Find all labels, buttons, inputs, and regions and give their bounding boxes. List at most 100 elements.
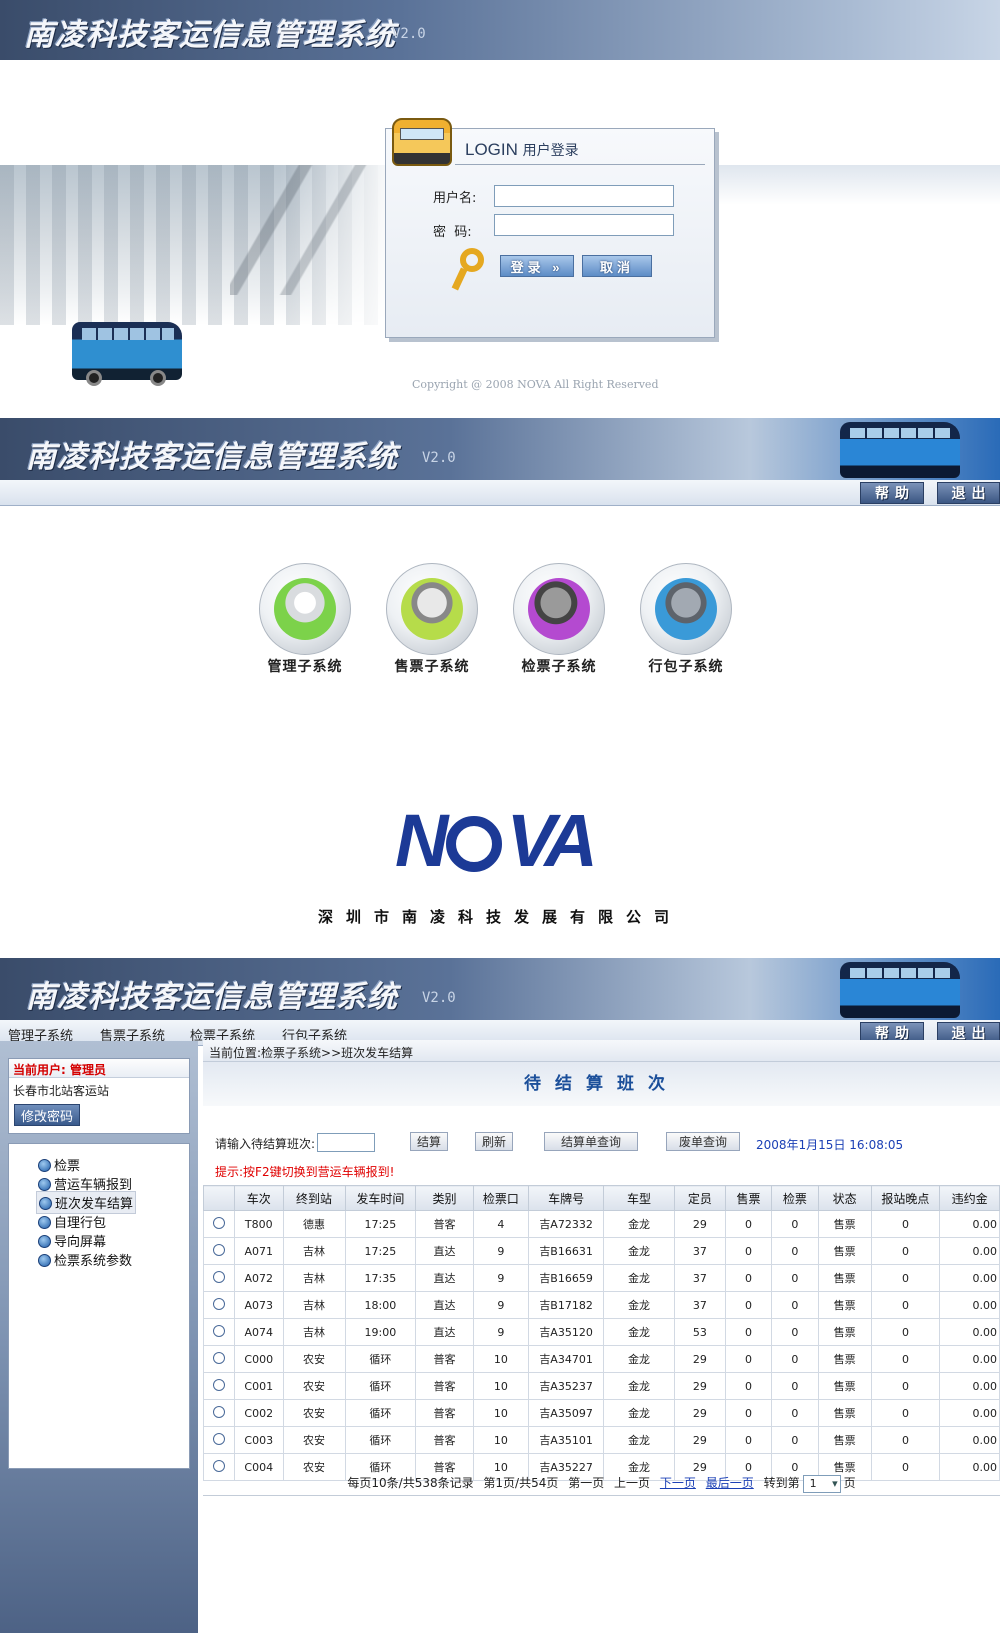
table-cell: 售票 (817, 1237, 872, 1265)
table-cell: 0 (771, 1372, 819, 1400)
sidebar-item-check-params[interactable]: 检票系统参数 (36, 1249, 134, 1270)
help-button[interactable]: 帮助 (860, 482, 924, 504)
subsystem-management-label[interactable]: 管理子系统 (240, 656, 370, 676)
ticket-sell-icon[interactable] (386, 563, 478, 655)
people-icon[interactable] (259, 563, 351, 655)
sidebar-item-label: 检票系统参数 (54, 1254, 133, 1269)
row-select-cell (203, 1399, 235, 1427)
bullet-icon (38, 1178, 51, 1191)
pager-goto-suffix: 页 (843, 1476, 856, 1490)
pager-last-link[interactable]: 最后一页 (706, 1476, 754, 1490)
table-cell: 29 (673, 1372, 726, 1400)
row-radio[interactable] (212, 1432, 225, 1445)
subsystem-check-label[interactable]: 检票子系统 (494, 656, 624, 676)
sidebar-item-label: 导向屏幕 (54, 1235, 107, 1250)
table-cell: 0.00 (939, 1345, 1000, 1373)
sidebar-item-label: 自理行包 (54, 1216, 107, 1231)
row-radio[interactable] (212, 1324, 225, 1337)
table-row[interactable]: A072 吉林 17:35 直达 9 吉B16659 金龙 37 0 0 售票 0 0.00 (203, 1264, 1000, 1292)
logo-text-right: VA (506, 799, 597, 882)
pager-next-link[interactable]: 下一页 (660, 1476, 696, 1490)
change-password-button[interactable]: 修改密码 (14, 1104, 81, 1126)
table-cell: 循环 (344, 1345, 417, 1373)
table-cell: 29 (673, 1210, 726, 1238)
login-title: LOGIN 用户登录 (465, 140, 579, 160)
page-select[interactable]: 1 (802, 1474, 841, 1493)
table-cell: 0 (870, 1210, 941, 1238)
row-select-cell (203, 1426, 235, 1454)
table-cell: 4 (472, 1210, 530, 1238)
table-cell: 吉A35120 (527, 1318, 605, 1346)
subsystem-sales-label[interactable]: 售票子系统 (367, 656, 497, 676)
table-cell: C002 (233, 1399, 284, 1427)
table-cell: 0 (771, 1210, 819, 1238)
table-cell: 吉林 (282, 1318, 346, 1346)
login-divider (455, 164, 705, 165)
table-cell: 18:00 (344, 1291, 417, 1319)
column-header: 类别 (415, 1185, 474, 1211)
refresh-button[interactable]: 刷新 (475, 1132, 513, 1151)
table-cell: 10 (472, 1426, 530, 1454)
table-row[interactable]: C000 农安 循环 普客 10 吉A34701 金龙 29 0 0 售票 0 0.00 (203, 1345, 1000, 1373)
table-cell: 9 (472, 1237, 530, 1265)
table-cell: T800 (233, 1210, 284, 1238)
settle-input[interactable] (317, 1133, 375, 1152)
table-cell: 售票 (817, 1399, 872, 1427)
table-row[interactable]: A074 吉林 19:00 直达 9 吉A35120 金龙 53 0 0 售票 0 0.00 (203, 1318, 1000, 1346)
table-row[interactable]: C001 农安 循环 普客 10 吉A35237 金龙 29 0 0 售票 0 0.00 (203, 1372, 1000, 1400)
column-header: 违约金 (939, 1185, 1000, 1211)
table-cell: 普客 (415, 1399, 474, 1427)
table-cell: 吉A35237 (527, 1372, 605, 1400)
table-cell: 0 (771, 1237, 819, 1265)
table-cell: 吉A34701 (527, 1345, 605, 1373)
pager-prev: 上一页 (614, 1476, 651, 1490)
table-cell: 0 (724, 1345, 773, 1373)
password-input[interactable] (494, 214, 674, 236)
ticket-check-icon[interactable] (513, 563, 605, 655)
table-cell: 37 (673, 1291, 726, 1319)
row-radio[interactable] (212, 1216, 225, 1229)
cancel-button[interactable]: 取消 (582, 255, 652, 277)
table-cell: 吉B16631 (527, 1237, 605, 1265)
table-cell: 0 (870, 1237, 941, 1265)
table-row[interactable]: C003 农安 循环 普客 10 吉A35101 金龙 29 0 0 售票 0 0.00 (203, 1426, 1000, 1454)
check-banner: 南凌科技客运信息管理系统 V2.0 (0, 958, 1000, 1020)
row-radio[interactable] (212, 1270, 225, 1283)
settle-query-button[interactable]: 结算单查询 (544, 1132, 638, 1151)
row-radio[interactable] (212, 1378, 225, 1391)
table-cell: 0 (771, 1426, 819, 1454)
table-cell: 0.00 (939, 1399, 1000, 1427)
username-input[interactable] (494, 185, 674, 207)
table-cell: 9 (472, 1264, 530, 1292)
table-cell: 直达 (415, 1291, 474, 1319)
row-radio[interactable] (212, 1405, 225, 1418)
table-row[interactable]: C002 农安 循环 普客 10 吉A35097 金龙 29 0 0 售票 0 0.00 (203, 1399, 1000, 1427)
station-name: 长春市北站客运站 (13, 1084, 110, 1098)
table-cell: 0 (771, 1318, 819, 1346)
row-radio[interactable] (212, 1243, 225, 1256)
sidebar-item-guide-screen[interactable]: 导向屏幕 (36, 1230, 108, 1251)
table-cell: 0 (870, 1264, 941, 1292)
settle-button[interactable]: 结算 (410, 1132, 448, 1151)
table-row[interactable]: A073 吉林 18:00 直达 9 吉B17182 金龙 37 0 0 售票 0 0.00 (203, 1291, 1000, 1319)
sidebar-item-label: 检票 (54, 1159, 81, 1174)
exit-button[interactable]: 退出 (937, 482, 1000, 504)
table-cell: C003 (233, 1426, 284, 1454)
subsystem-luggage-label[interactable]: 行包子系统 (621, 656, 751, 676)
table-row[interactable]: A071 吉林 17:25 直达 9 吉B16631 金龙 37 0 0 售票 0 0.00 (203, 1237, 1000, 1265)
void-query-button[interactable]: 废单查询 (666, 1132, 740, 1151)
table-cell: 直达 (415, 1237, 474, 1265)
table-cell: 吉A35101 (527, 1426, 605, 1454)
row-radio[interactable] (212, 1297, 225, 1310)
sidebar-item-self-luggage[interactable]: 自理行包 (36, 1211, 108, 1232)
luggage-icon[interactable] (640, 563, 732, 655)
table-cell: 0 (870, 1372, 941, 1400)
table-cell: 吉林 (282, 1264, 346, 1292)
sidebar-item-check[interactable]: 检票 (36, 1154, 82, 1175)
table-row[interactable]: T800 德惠 17:25 普客 4 吉A72332 金龙 29 0 0 售票 0 0.00 (203, 1210, 1000, 1238)
login-button[interactable]: 登录 » (500, 255, 574, 277)
key-icon (450, 248, 486, 291)
table-cell: 53 (673, 1318, 726, 1346)
row-radio[interactable] (212, 1351, 225, 1364)
bus-image (72, 322, 182, 386)
